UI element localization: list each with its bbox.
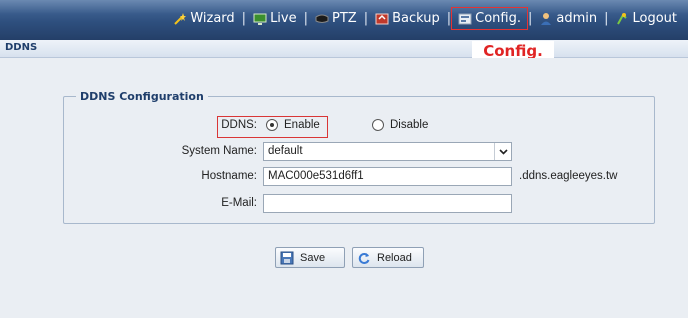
ddns-disable-label: Disable: [390, 119, 429, 131]
nav-admin[interactable]: admin: [536, 11, 600, 26]
nav-backup[interactable]: Backup: [372, 11, 443, 26]
system-name-select[interactable]: default: [263, 142, 512, 161]
monitor-icon: [253, 13, 267, 25]
ddns-configuration-legend: DDNS Configuration: [76, 90, 208, 103]
nav-live-label: Live: [270, 11, 297, 26]
reload-button[interactable]: Reload: [352, 247, 424, 268]
system-name-label: System Name:: [181, 145, 257, 157]
save-icon: [280, 251, 294, 264]
nav-separator: |: [604, 11, 609, 26]
ptz-camera-icon: [315, 14, 329, 23]
backup-icon: [375, 13, 389, 24]
nav-config-label: Config.: [475, 11, 521, 26]
nav-backup-label: Backup: [392, 11, 440, 26]
nav-wizard[interactable]: Wizard: [170, 11, 237, 26]
email-label: E-Mail:: [221, 197, 257, 209]
user-icon: [541, 12, 552, 25]
nav-separator: |: [241, 11, 247, 26]
logout-icon: [617, 12, 628, 24]
nav-live[interactable]: Live: [250, 11, 300, 26]
nav-separator: |: [527, 11, 533, 26]
config-icon: [458, 13, 472, 24]
hostname-field[interactable]: MAC000e531d6ff1: [263, 167, 512, 186]
nav-logout-label: Logout: [632, 11, 677, 26]
nav-separator: |: [446, 11, 452, 26]
reload-button-label: Reload: [377, 251, 412, 264]
hostname-value: MAC000e531d6ff1: [268, 170, 364, 182]
nav-wizard-label: Wizard: [190, 11, 235, 26]
chevron-down-icon[interactable]: [494, 143, 511, 160]
nav-separator: |: [303, 11, 308, 26]
system-name-value: default: [268, 145, 303, 157]
ddns-disable-option[interactable]: Disable: [372, 119, 428, 131]
save-button[interactable]: Save: [275, 247, 345, 268]
section-title-bar: DDNS: [0, 40, 688, 58]
save-button-label: Save: [300, 251, 326, 264]
nav-ptz-label: PTZ: [332, 11, 357, 26]
ddns-highlight-box: [217, 116, 328, 138]
hostname-label: Hostname:: [201, 170, 257, 182]
nav-ptz[interactable]: PTZ: [312, 11, 360, 26]
top-nav-bar: Wizard | Live | PTZ | Backup | Config. |…: [0, 0, 688, 40]
wizard-icon: [174, 12, 187, 25]
content-area: DDNS Configuration DDNS: Enable Disable …: [0, 58, 688, 318]
top-nav: Wizard | Live | PTZ | Backup | Config. |…: [170, 7, 680, 30]
nav-separator: |: [363, 11, 369, 26]
email-field[interactable]: [263, 194, 512, 213]
nav-admin-label: admin: [556, 11, 598, 26]
hostname-suffix: .ddns.eagleeyes.tw: [519, 170, 618, 182]
page-title: DDNS: [5, 42, 38, 53]
nav-logout[interactable]: Logout: [612, 11, 680, 26]
ddns-disable-radio[interactable]: [372, 119, 384, 131]
nav-config[interactable]: Config.: [451, 7, 528, 30]
reload-icon: [358, 252, 370, 264]
